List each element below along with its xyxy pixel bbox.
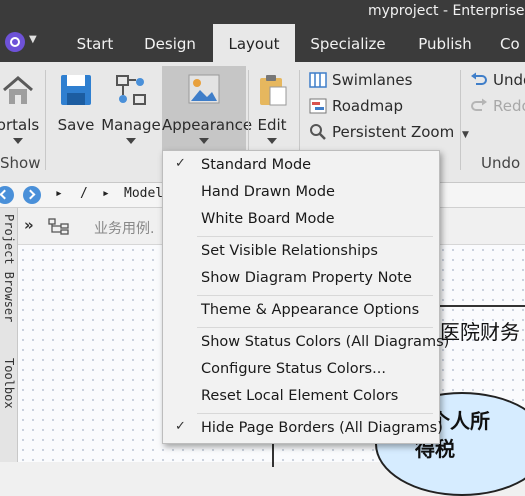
menu-item-label: Hand Drawn Mode <box>201 184 335 200</box>
toolbox-tab[interactable]: Toolbox <box>2 358 16 409</box>
appearance-label: Appearance <box>162 116 253 134</box>
tab-start[interactable]: Start <box>64 24 126 62</box>
forward-icon[interactable] <box>23 186 41 204</box>
menu-separator <box>197 295 433 296</box>
edit-label: Edit <box>257 116 287 134</box>
menu-item-set-visible-relationships[interactable]: Set Visible Relationships <box>163 239 439 265</box>
ribbon-separator <box>460 70 461 170</box>
persistent-zoom-button[interactable]: Persistent Zoom ▼ <box>309 123 469 145</box>
appearance-dropdown-menu: ✓ Standard Mode Hand Drawn Mode White Bo… <box>162 150 449 444</box>
title-bar: myproject - Enterprise A <box>0 0 525 24</box>
save-icon <box>61 75 91 105</box>
group-label-show: Show <box>0 154 41 172</box>
ribbon-separator <box>248 70 249 150</box>
menu-item-label: Hide Page Borders (All Diagrams) <box>201 420 443 436</box>
appearance-button[interactable]: Appearance <box>162 66 253 150</box>
tab-specialize[interactable]: Specialize <box>304 24 392 62</box>
magnifier-icon <box>310 124 326 140</box>
menu-item-hand-drawn-mode[interactable]: Hand Drawn Mode <box>163 180 439 206</box>
undo-icon <box>471 72 487 85</box>
swimlanes-button[interactable]: Swimlanes <box>309 71 412 93</box>
menu-item-reset-local-element-colors[interactable]: Reset Local Element Colors <box>163 384 439 410</box>
tab-layout[interactable]: Layout <box>213 24 295 62</box>
redo-icon <box>471 98 487 111</box>
roadmap-button[interactable]: Roadmap <box>309 97 403 119</box>
ribbon-separator <box>45 70 46 170</box>
breadcrumb-expand-icon[interactable]: ▸ <box>55 186 63 201</box>
portals-label: ortals <box>0 116 40 134</box>
portals-button[interactable]: ortals <box>0 66 40 150</box>
logo-chevron-down-icon[interactable]: ▼ <box>29 34 37 45</box>
menu-item-label: White Board Mode <box>201 211 335 227</box>
breadcrumb-model[interactable]: Model <box>124 186 163 201</box>
menu-item-show-status-colors[interactable]: Show Status Colors (All Diagrams) <box>163 330 449 356</box>
menu-item-configure-status-colors[interactable]: Configure Status Colors... <box>163 357 439 383</box>
menu-separator <box>197 413 433 414</box>
chevron-down-icon <box>199 138 209 144</box>
tab-publish[interactable]: Publish <box>406 24 484 62</box>
checkmark-icon: ✓ <box>175 156 186 171</box>
save-button[interactable]: Save <box>56 66 96 150</box>
chevron-down-icon: ▼ <box>462 130 469 140</box>
menu-item-label: Theme & Appearance Options <box>201 302 420 318</box>
app-logo-icon[interactable] <box>5 32 25 52</box>
redo-button[interactable]: Redo <box>470 97 525 119</box>
diagram-name: 业务用例. <box>94 221 155 237</box>
menu-item-hide-page-borders[interactable]: ✓ Hide Page Borders (All Diagrams) <box>163 416 443 442</box>
menu-separator <box>197 236 433 237</box>
menu-item-label: Standard Mode <box>201 157 312 173</box>
breadcrumb-expand-icon[interactable]: ▸ <box>102 186 110 201</box>
menu-item-label: Reset Local Element Colors <box>201 388 399 404</box>
menu-item-theme-appearance-options[interactable]: Theme & Appearance Options <box>163 298 439 324</box>
tab-co[interactable]: Co <box>500 24 525 62</box>
roadmap-label: Roadmap <box>332 97 403 115</box>
house-icon <box>3 76 33 104</box>
appearance-icon <box>188 74 220 104</box>
clipboard-icon <box>260 75 287 106</box>
menu-item-label: Configure Status Colors... <box>201 361 386 377</box>
breadcrumb-root[interactable]: / <box>80 186 88 201</box>
group-label-undo: Undo <box>481 154 521 172</box>
checkmark-icon: ✓ <box>175 419 186 434</box>
chevron-down-icon <box>13 138 23 144</box>
undo-button[interactable]: Undo <box>470 71 525 93</box>
manage-button[interactable]: Manage <box>101 66 161 150</box>
save-label: Save <box>57 116 95 134</box>
menu-separator <box>197 327 433 328</box>
persistent-zoom-label: Persistent Zoom <box>332 123 455 141</box>
roadmap-icon <box>309 98 327 114</box>
expand-double-chevron-icon[interactable]: » <box>24 216 34 234</box>
menu-item-show-diagram-property-note[interactable]: Show Diagram Property Note <box>163 266 439 292</box>
chevron-down-icon <box>126 138 136 144</box>
diagram-tree-icon[interactable] <box>48 218 70 236</box>
menu-item-standard-mode[interactable]: ✓ Standard Mode <box>163 153 439 179</box>
edit-button[interactable]: Edit <box>252 66 292 150</box>
swimlanes-label: Swimlanes <box>332 71 413 89</box>
manage-label: Manage <box>101 116 161 134</box>
menu-item-label: Set Visible Relationships <box>201 243 378 259</box>
project-browser-tab[interactable]: Project Browser <box>2 214 16 322</box>
swimlanes-icon <box>309 72 327 88</box>
chevron-down-icon <box>267 138 277 144</box>
menu-item-label: Show Diagram Property Note <box>201 270 412 286</box>
tab-design[interactable]: Design <box>134 24 206 62</box>
undo-label: Undo <box>493 71 525 89</box>
menu-item-white-board-mode[interactable]: White Board Mode <box>163 207 439 233</box>
window-title: myproject - Enterprise A <box>368 3 525 19</box>
manage-icon <box>116 75 146 105</box>
system-boundary-title: 医院财务 <box>440 320 520 344</box>
redo-label: Redo <box>493 97 525 115</box>
menu-item-label: Show Status Colors (All Diagrams) <box>201 334 450 350</box>
